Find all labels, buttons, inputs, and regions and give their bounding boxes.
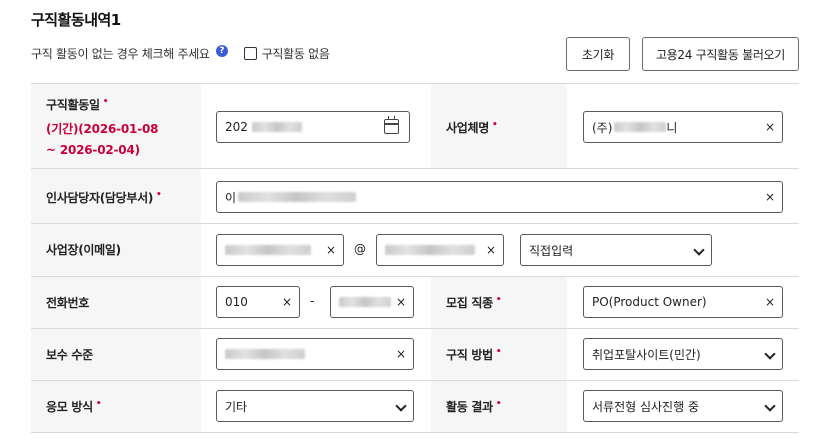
phone-part2-input[interactable]: × <box>330 286 414 318</box>
divider <box>31 168 799 169</box>
no-activity-checkbox-label[interactable]: 구직활동 없음 <box>262 45 330 62</box>
phone-label: 전화번호 <box>46 296 89 310</box>
required-mark: • <box>95 399 102 409</box>
apply-method-label: 응모 방식 • <box>46 399 102 414</box>
divider <box>31 432 799 433</box>
divider <box>31 380 799 381</box>
clear-icon[interactable]: × <box>486 243 496 257</box>
apply-method-select[interactable]: 기타 <box>216 390 414 422</box>
required-mark: • <box>491 120 498 130</box>
masked-value <box>385 245 475 255</box>
required-mark: • <box>495 295 502 305</box>
activity-date-label: 구직활동일 • <box>46 97 109 112</box>
result-select[interactable]: 서류전형 심사진행 중 <box>583 390 783 422</box>
clear-icon[interactable]: × <box>396 347 406 361</box>
required-mark: • <box>156 190 162 200</box>
masked-value <box>238 192 357 202</box>
clear-icon[interactable]: × <box>765 120 775 134</box>
method-select[interactable]: 취업포탈사이트(민간) <box>583 338 783 370</box>
activity-period-line2: ~ 2026-02-04) <box>46 143 140 157</box>
email-label: 사업장(이메일) <box>46 243 121 257</box>
clear-icon[interactable]: × <box>765 295 775 309</box>
divider <box>31 223 799 224</box>
question-circle-icon[interactable]: ? <box>215 44 228 57</box>
required-mark: • <box>495 347 502 357</box>
job-type-label: 모집 직종 • <box>446 295 502 310</box>
divider <box>31 83 799 84</box>
masked-value <box>251 122 302 132</box>
result-label: 활동 결과 • <box>446 399 502 414</box>
pay-label: 보수 수준 <box>46 348 93 362</box>
job-type-input[interactable]: PO(Product Owner) × <box>583 286 783 318</box>
company-name-input[interactable]: (주) 니 × <box>583 111 783 143</box>
hr-contact-label: 인사담당자(담당부서) • <box>46 190 162 205</box>
chevron-down-icon <box>764 348 776 360</box>
email-domain-select[interactable]: 직접입력 <box>520 234 712 266</box>
hr-contact-input[interactable]: 이 × <box>216 181 783 213</box>
required-mark: • <box>102 97 109 107</box>
phone-dash: - <box>310 294 315 308</box>
required-mark: • <box>495 399 502 409</box>
calendar-icon[interactable] <box>384 116 399 134</box>
chevron-down-icon <box>693 244 705 256</box>
reset-button[interactable]: 초기화 <box>566 37 630 71</box>
email-at-sign: @ <box>354 242 366 256</box>
company-name-label: 사업체명 • <box>446 120 498 135</box>
no-activity-notice: 구직 활동이 없는 경우 체크해 주세요 <box>31 47 210 61</box>
activity-date-input[interactable]: 202 <box>216 111 410 143</box>
clear-icon[interactable]: × <box>282 295 292 309</box>
divider <box>31 328 799 329</box>
email-domain-input[interactable]: × <box>376 234 504 266</box>
load-goyong24-button[interactable]: 고용24 구직활동 불러오기 <box>642 37 799 71</box>
section-title: 구직활동내역1 <box>31 11 121 29</box>
masked-value <box>225 349 305 359</box>
chevron-down-icon <box>764 400 776 412</box>
masked-value <box>225 245 311 255</box>
method-label: 구직 방법 • <box>446 347 502 362</box>
masked-value <box>614 122 667 132</box>
phone-part1-input[interactable]: 010 × <box>216 286 300 318</box>
no-activity-row: 구직 활동이 없는 경우 체크해 주세요 ? 구직활동 없음 <box>31 44 330 62</box>
divider <box>31 276 799 277</box>
chevron-down-icon <box>395 400 407 412</box>
no-activity-checkbox[interactable] <box>243 47 257 60</box>
pay-input[interactable]: × <box>216 338 414 370</box>
email-local-input[interactable]: × <box>216 234 344 266</box>
clear-icon[interactable]: × <box>326 243 336 257</box>
clear-icon[interactable]: × <box>396 295 406 309</box>
clear-icon[interactable]: × <box>765 190 775 204</box>
activity-period-line1: (기간)(2026-01-08 <box>46 122 159 136</box>
masked-value <box>339 297 391 307</box>
